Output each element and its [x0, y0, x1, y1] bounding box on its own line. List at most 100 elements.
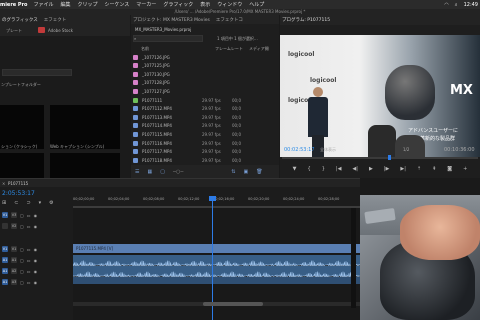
column-framerate[interactable]: フレームレート	[215, 46, 243, 52]
templates-label[interactable]: プレート	[6, 28, 22, 34]
list-item[interactable]: _1077128.JPG	[133, 79, 275, 87]
track-label[interactable]: A1	[11, 257, 17, 263]
sync-icon[interactable]: ▭	[27, 213, 31, 218]
track-header[interactable]: V1 V3 ▢ ▭ ◉	[0, 210, 73, 220]
timeline-timecode[interactable]: 2:05:53:17	[2, 190, 35, 197]
lock-icon[interactable]: ▢	[20, 280, 24, 285]
marker-add-icon[interactable]: ▾	[39, 200, 42, 206]
template-thumb-2[interactable]	[50, 105, 120, 149]
column-name[interactable]: 名前	[141, 46, 149, 52]
playhead-handle[interactable]	[209, 196, 216, 201]
resolution-dropdown[interactable]: 1/2	[403, 147, 409, 152]
fit-dropdown[interactable]: 全体表示	[320, 147, 336, 153]
list-item[interactable]: P1077114.MP4 29.97 fps 00;0	[133, 122, 275, 130]
nest-icon[interactable]: ⊞	[2, 200, 6, 206]
lift-icon[interactable]: ⇡	[417, 166, 421, 172]
lock-icon[interactable]: ▢	[20, 258, 24, 263]
track-label[interactable]: V3	[11, 212, 17, 218]
wifi-icon[interactable]: ◠	[444, 2, 448, 8]
source-patch[interactable]: V1	[2, 212, 8, 218]
list-item[interactable]: _1077126.JPG	[133, 53, 275, 61]
menu-help[interactable]: ヘルプ	[249, 1, 264, 8]
column-media[interactable]: メディア開	[249, 46, 269, 52]
eye-icon[interactable]: ◉	[34, 247, 38, 252]
template-thumb-4[interactable]	[50, 153, 120, 178]
search-input[interactable]	[2, 69, 72, 76]
program-monitor-title[interactable]: プログラム: P1077115	[282, 17, 330, 23]
sync-icon[interactable]: ▭	[27, 280, 31, 285]
eye-icon[interactable]: ◉	[34, 280, 38, 285]
tab-project[interactable]: プロジェクト: MX MASTER3 Movies	[133, 17, 210, 23]
track-label[interactable]: A2	[11, 268, 17, 274]
track-label[interactable]: A3	[11, 279, 17, 285]
track-header[interactable]: A1 A3 ▢ ▭ ◉	[0, 277, 73, 287]
menu-file[interactable]: ファイル	[33, 1, 53, 8]
lock-icon[interactable]: ▢	[20, 247, 24, 252]
camera-icon[interactable]: ◙	[447, 166, 452, 172]
source-patch[interactable]: A1	[2, 257, 8, 263]
time-ruler[interactable]: 00;02;00;00 00;02;04;00 00;02;08;00 00;02;1…	[73, 196, 360, 206]
template-thumb-1[interactable]	[0, 105, 44, 149]
source-patch[interactable]: A1	[2, 279, 8, 285]
menu-marker[interactable]: マーカー	[136, 1, 156, 8]
menu-sequence[interactable]: シーケンス	[105, 1, 130, 8]
play-icon[interactable]: ▶	[369, 166, 373, 172]
list-item[interactable]: _1077127.JPG	[133, 87, 275, 95]
source-patch[interactable]: A1	[2, 268, 8, 274]
list-item[interactable]: P1077112.MP4 29.97 fps 00;0	[133, 105, 275, 113]
timeline-close-icon[interactable]: ×	[2, 181, 5, 186]
list-item[interactable]: _1077125.JPG	[133, 62, 275, 70]
sync-icon[interactable]: ▭	[27, 224, 31, 229]
list-item[interactable]: P1077111 29.97 fps 00;0	[133, 96, 275, 104]
list-item[interactable]: P1077113.MP4 29.97 fps 00;0	[133, 113, 275, 121]
sync-icon[interactable]: ▭	[27, 258, 31, 263]
audio-clip-3[interactable]	[73, 277, 360, 284]
program-scrubber[interactable]	[282, 157, 478, 159]
source-patch[interactable]: V1	[2, 246, 8, 252]
icon-view-icon[interactable]: ▦	[147, 169, 152, 175]
go-to-out-icon[interactable]: ▶|	[400, 166, 406, 172]
go-to-in-icon[interactable]: |◀	[336, 166, 342, 172]
add-button-icon[interactable]: +	[463, 166, 467, 172]
track-label[interactable]: V1	[11, 246, 17, 252]
snap-icon[interactable]: ⊂	[14, 200, 18, 206]
search-icon[interactable]: ⌕	[455, 2, 458, 8]
menu-edit[interactable]: 編集	[61, 1, 71, 8]
linked-icon[interactable]: ⊃	[26, 200, 30, 206]
zoom-slider[interactable]: ─○─	[173, 169, 183, 175]
step-forward-icon[interactable]: |▶	[384, 166, 390, 172]
app-menu[interactable]: miere Pro	[0, 2, 27, 8]
marker-icon[interactable]: ▼	[293, 166, 297, 172]
lock-icon[interactable]: ▢	[20, 213, 24, 218]
menu-graphics[interactable]: グラフィック	[163, 1, 193, 8]
program-playhead[interactable]	[388, 155, 391, 160]
list-view-icon[interactable]: ☰	[135, 169, 139, 175]
freeform-icon[interactable]: ▢	[160, 169, 165, 175]
track-label[interactable]: V2	[11, 223, 17, 229]
list-item[interactable]: P1077117.MP4 29.97 fps 00;0	[133, 148, 275, 156]
program-video-frame[interactable]: logicool logicool logicool MX アドバンスユーザーに…	[280, 35, 480, 157]
tab-effect-controls[interactable]: エフェクトコ	[216, 17, 243, 23]
scroll-thumb[interactable]	[203, 302, 263, 306]
track-header[interactable]: A1 A1 ▢ ▭ ◉	[0, 255, 73, 265]
trash-icon[interactable]: 🗑	[256, 169, 262, 175]
timeline-scrollbar[interactable]	[73, 302, 360, 306]
sync-icon[interactable]: ▭	[27, 269, 31, 274]
eye-icon[interactable]: ◉	[34, 258, 38, 263]
menu-window[interactable]: ウィンドウ	[217, 1, 242, 8]
menu-clip[interactable]: クリップ	[78, 1, 98, 8]
eye-icon[interactable]: ◉	[34, 224, 38, 229]
sequence-tab[interactable]: P1077115	[8, 181, 28, 186]
extract-icon[interactable]: ⇞	[432, 166, 436, 172]
mark-in-icon[interactable]: {	[308, 166, 311, 172]
eye-icon[interactable]: ◉	[34, 269, 38, 274]
tab-effects[interactable]: エフェクト	[44, 17, 67, 23]
track-header[interactable]: V1 V1 ▢ ▭ ◉	[0, 244, 73, 254]
lock-icon[interactable]: ▢	[20, 224, 24, 229]
new-item-icon[interactable]: ▣	[244, 169, 249, 175]
wrench-icon[interactable]: ⚙	[49, 200, 53, 206]
eye-icon[interactable]: ◉	[34, 213, 38, 218]
program-timecode[interactable]: 00:02:53:17	[284, 147, 315, 153]
step-back-icon[interactable]: ◀|	[352, 166, 358, 172]
audio-clip-1[interactable]	[72, 255, 360, 270]
